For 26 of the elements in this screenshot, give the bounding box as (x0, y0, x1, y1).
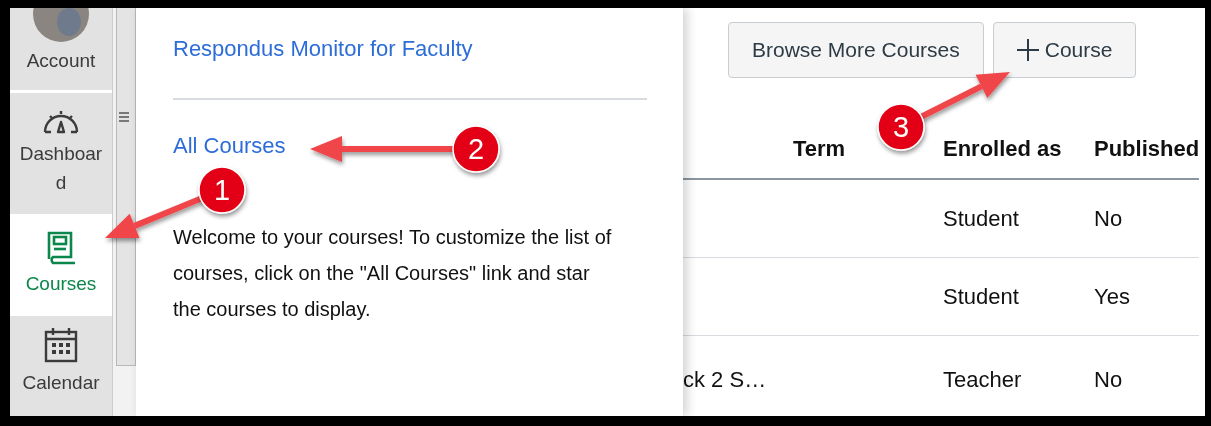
table-cell: Student (943, 283, 1019, 310)
table-cell: No (1094, 366, 1123, 393)
table-cell: Student (943, 205, 1019, 232)
browse-courses-button[interactable]: Browse More Courses (728, 22, 984, 78)
course-link[interactable]: Respondus Monitor for Faculty (173, 36, 473, 62)
all-courses-link[interactable]: All Courses (173, 133, 286, 159)
avatar-icon (33, 8, 89, 42)
column-header: Term (793, 136, 846, 162)
sidebar-item[interactable]: Calendar (10, 316, 112, 416)
welcome-text: Welcome to your courses! To customize the list of courses, click on the "All Courses" link and star the courses to display. (173, 225, 613, 322)
column-header: Published (1094, 136, 1200, 162)
add-course-button[interactable]: Course (992, 22, 1137, 78)
callout-badge: 1 (198, 166, 246, 214)
book-icon (45, 229, 77, 265)
sidebar-item[interactable]: Account (10, 8, 112, 90)
column-header: Enrolled as (943, 136, 1062, 162)
callout-badge: 3 (877, 103, 925, 151)
callout-badge: 2 (452, 125, 500, 173)
sidebar-item[interactable]: Dashboard (10, 93, 112, 214)
handle-icon[interactable] (118, 111, 130, 123)
table-cell: Yes (1094, 283, 1130, 310)
table-cell: No (1094, 205, 1123, 232)
calendar-icon (43, 326, 79, 364)
plus-icon (1016, 39, 1039, 61)
table-cell: Teacher (943, 366, 1022, 393)
table-cell: ck 2 S… (683, 366, 767, 393)
